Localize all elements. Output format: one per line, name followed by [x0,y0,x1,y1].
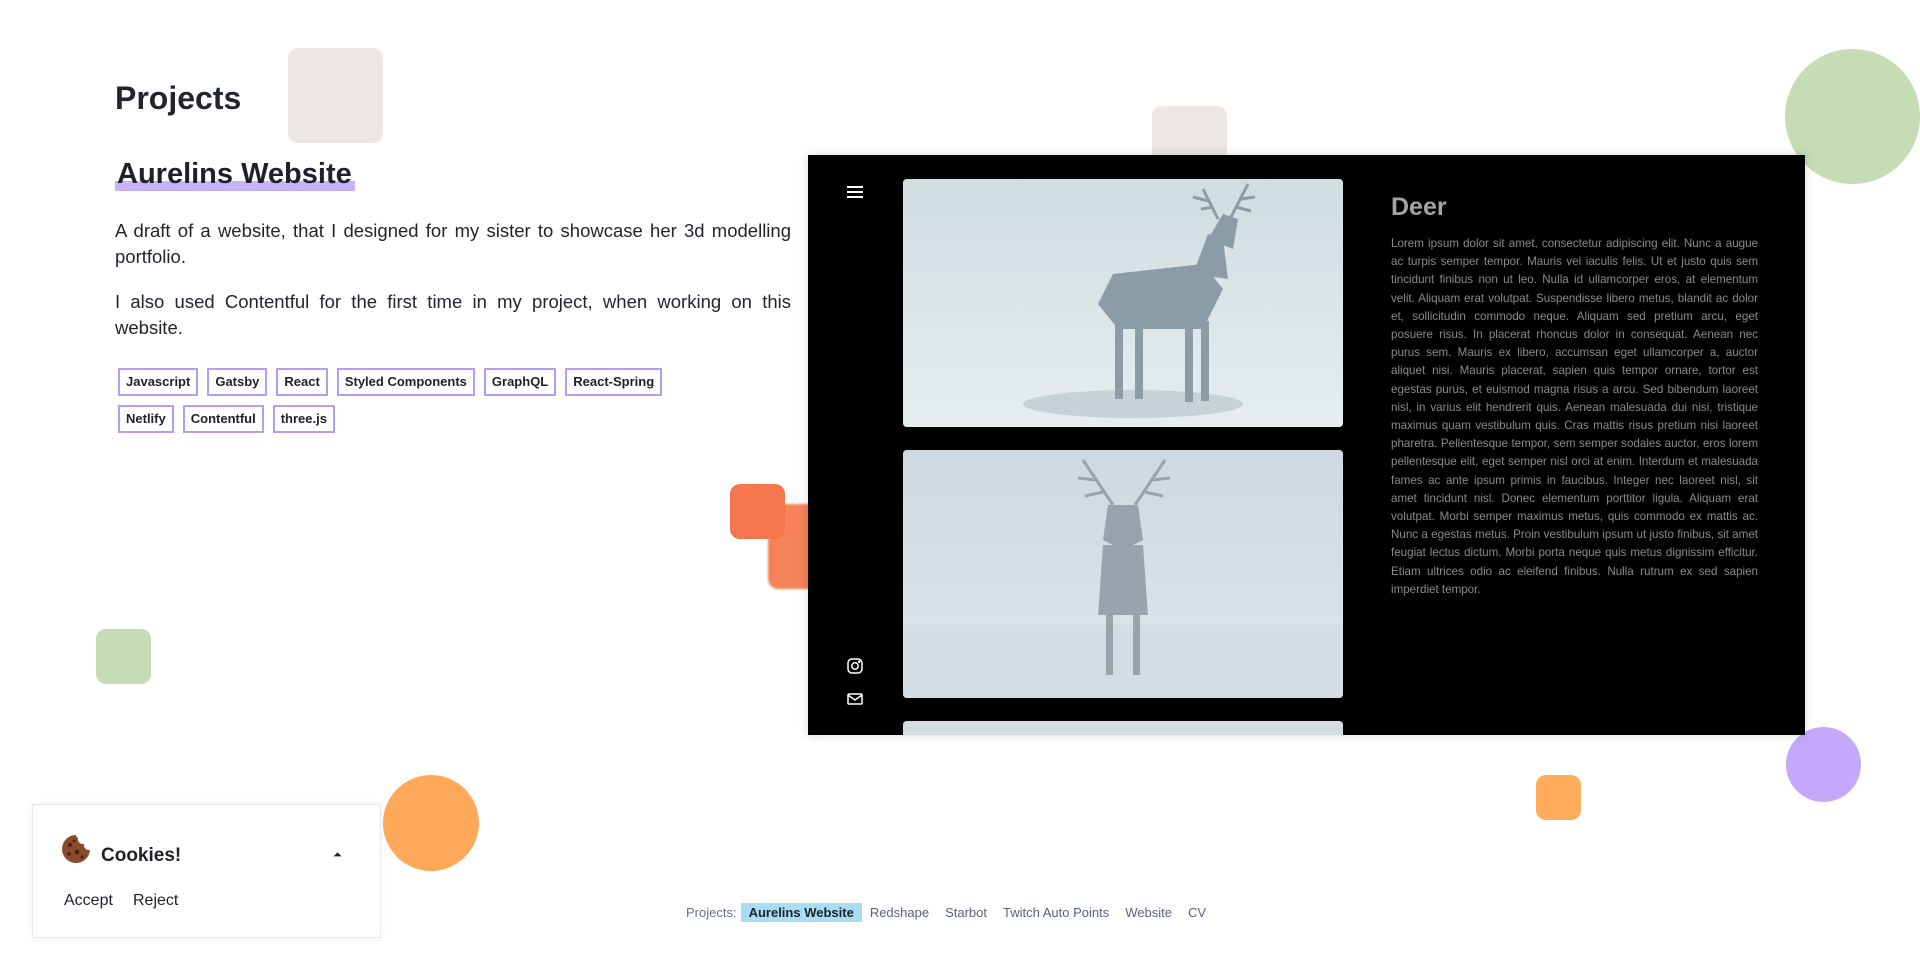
preview-body-text: Lorem ipsum dolor sit amet, consectetur … [1391,237,1758,596]
project-nav-label: Projects: [686,905,737,920]
tag-gatsby: Gatsby [207,368,268,396]
reject-cookies-button[interactable]: Reject [133,892,178,910]
tag-threejs: three.js [272,405,335,433]
instagram-icon [846,657,864,675]
mail-icon [846,690,864,708]
cookie-consent-panel: Cookies! ⏶ Accept Reject [32,804,381,938]
tag-contentful: Contentful [182,405,264,433]
tag-react-spring: React-Spring [565,368,663,396]
deer-render-image [903,179,1343,427]
project-nav-link-cv[interactable]: CV [1180,903,1214,922]
deco-square-orange-2 [730,484,785,539]
tag-javascript: Javascript [118,368,199,396]
project-nav-link-redshape[interactable]: Redshape [862,903,937,922]
project-description-1: A draft of a website, that I designed fo… [115,220,791,267]
collapse-toggle-icon[interactable]: ⏶ [333,849,342,862]
project-description-2: I also used Contentful for the first tim… [115,291,791,338]
preview-title: Deer [1391,193,1447,221]
tag-styled-components: Styled Components [336,368,475,396]
deco-circle-orange [383,775,479,871]
deer-render-image-3 [903,721,1343,735]
deco-circle-green [1785,49,1920,184]
project-nav-link-aurelins-website[interactable]: Aurelins Website [740,903,862,922]
cookie-icon [60,833,92,865]
project-nav-link-twitch-auto-points[interactable]: Twitch Auto Points [995,903,1117,922]
page-title: Projects [115,80,242,116]
project-nav: Projects: Aurelins Website Redshape Star… [686,903,1214,922]
deco-circle-lavender [1786,727,1861,802]
tech-tag-list: Javascript Gatsby React Styled Component… [118,368,718,433]
project-nav-link-starbot[interactable]: Starbot [937,903,995,922]
cookie-title: Cookies! [101,845,182,866]
project-nav-link-website[interactable]: Website [1117,903,1180,922]
deco-square-green [96,629,151,684]
tag-netlify: Netlify [118,405,174,433]
deco-square-light-orange [1536,775,1581,820]
project-title: Aurelins Website [115,158,355,191]
tag-react: React [276,368,328,396]
hamburger-menu-icon [846,183,864,203]
deer-front-render-image [903,450,1343,698]
tag-graphql: GraphQL [483,368,557,396]
accept-cookies-button[interactable]: Accept [64,892,113,910]
deco-square-beige [288,48,383,143]
project-preview-image: Deer Lorem ipsum dolor sit amet, consect… [808,155,1805,735]
